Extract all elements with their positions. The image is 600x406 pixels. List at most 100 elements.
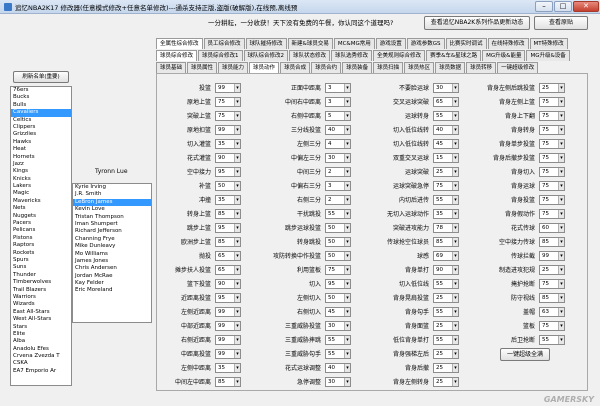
attribute-dropdown[interactable]: 50 ▾	[215, 180, 241, 191]
tab-tabs_row3-5[interactable]: 球员合约	[311, 62, 342, 73]
team-list-item[interactable]: 76ers	[11, 87, 71, 94]
tab-tabs_row1-1[interactable]: 员工综合修改	[203, 38, 245, 49]
player-list-item[interactable]: Channing Frye	[73, 236, 151, 243]
team-list-item[interactable]: Knicks	[11, 176, 71, 183]
attribute-dropdown[interactable]: 90 ▾	[215, 278, 241, 289]
attribute-dropdown[interactable]: 95 ▾	[215, 166, 241, 177]
team-list-item[interactable]: Trail Blazers	[11, 287, 71, 294]
team-list-item[interactable]: Mavericks	[11, 198, 71, 205]
attribute-dropdown[interactable]: 25 ▾	[433, 376, 459, 387]
attribute-dropdown[interactable]: 75 ▾	[539, 320, 565, 331]
attribute-dropdown[interactable]: 25 ▾	[539, 82, 565, 93]
team-list-item[interactable]: Heat	[11, 146, 71, 153]
attribute-dropdown[interactable]: 85 ▾	[433, 236, 459, 247]
attribute-dropdown[interactable]: 25 ▾	[433, 166, 459, 177]
attribute-dropdown[interactable]: 95 ▾	[325, 278, 351, 289]
tab-tabs_row3-6[interactable]: 球员装备	[342, 62, 373, 73]
attribute-dropdown[interactable]: 99 ▾	[215, 320, 241, 331]
attribute-dropdown[interactable]: 95 ▾	[215, 292, 241, 303]
tab-tabs_row1-2[interactable]: 球队摧持修改	[245, 38, 287, 49]
player-list-item[interactable]: Kyrie Irving	[73, 184, 151, 191]
attribute-dropdown[interactable]: 75 ▾	[539, 180, 565, 191]
tab-tabs_row3-2[interactable]: 球员能力	[218, 62, 249, 73]
team-list-item[interactable]: Stars	[11, 324, 71, 331]
team-list-item[interactable]: Bulls	[11, 102, 71, 109]
attribute-dropdown[interactable]: 65 ▾	[433, 96, 459, 107]
tab-tabs_row2-5[interactable]: 全美规则综合修改	[373, 50, 426, 61]
tab-tabs_row3-7[interactable]: 球员扫描	[373, 62, 404, 73]
attribute-dropdown[interactable]: 3 ▾	[325, 82, 351, 93]
attribute-dropdown[interactable]: 55 ▾	[433, 306, 459, 317]
tab-tabs_row3-0[interactable]: 球员基础	[156, 62, 187, 73]
attribute-dropdown[interactable]: 30 ▾	[325, 320, 351, 331]
tab-tabs_row1-3[interactable]: 新建&球员交易	[287, 38, 333, 49]
attribute-dropdown[interactable]: 2 ▾	[325, 166, 351, 177]
team-list-item[interactable]: Nets	[11, 205, 71, 212]
team-list-item[interactable]: Celtics	[11, 117, 71, 124]
team-list-item[interactable]: Clippers	[11, 124, 71, 131]
team-list-item[interactable]: Hornets	[11, 154, 71, 161]
attribute-dropdown[interactable]: 50 ▾	[325, 292, 351, 303]
attribute-dropdown[interactable]: 85 ▾	[539, 292, 565, 303]
team-list-item[interactable]: Crvena Zvezda T	[11, 353, 71, 360]
attribute-dropdown[interactable]: 85 ▾	[539, 236, 565, 247]
team-list-item[interactable]: Magic	[11, 190, 71, 197]
team-list-item[interactable]: Pelicans	[11, 227, 71, 234]
team-list-item[interactable]: Spurs	[11, 257, 71, 264]
player-list-item[interactable]: J.R. Smith	[73, 191, 151, 198]
tab-tabs_row3-4[interactable]: 球员合成	[280, 62, 311, 73]
team-list-item[interactable]: EA7 Emporio Ar	[11, 368, 71, 375]
attribute-dropdown[interactable]: 75 ▾	[433, 180, 459, 191]
player-list-item[interactable]: Iman Shumpert	[73, 221, 151, 228]
attribute-dropdown[interactable]: 55 ▾	[433, 278, 459, 289]
attribute-dropdown[interactable]: 55 ▾	[325, 348, 351, 359]
team-list-item[interactable]: Thunder	[11, 272, 71, 279]
player-list-item[interactable]: Chris Andersen	[73, 265, 151, 272]
attribute-dropdown[interactable]: 99 ▾	[215, 82, 241, 93]
attribute-dropdown[interactable]: 55 ▾	[433, 110, 459, 121]
attribute-dropdown[interactable]: 75 ▾	[215, 110, 241, 121]
attribute-dropdown[interactable]: 25 ▾	[433, 348, 459, 359]
attribute-dropdown[interactable]: 35 ▾	[215, 194, 241, 205]
close-button[interactable]: ✕	[573, 1, 599, 12]
max-all-button[interactable]: 一键超级全满	[500, 348, 550, 361]
tab-tabs_row2-8[interactable]: MG升级&设备	[526, 50, 570, 61]
attribute-dropdown[interactable]: 30 ▾	[325, 376, 351, 387]
attribute-dropdown[interactable]: 85 ▾	[215, 376, 241, 387]
minimize-button[interactable]: –	[535, 1, 553, 12]
player-list-item[interactable]: Eric Moreland	[73, 287, 151, 294]
attribute-dropdown[interactable]: 99 ▾	[539, 250, 565, 261]
attribute-dropdown[interactable]: 95 ▾	[215, 222, 241, 233]
tab-tabs_row1-9[interactable]: MT特殊修改	[529, 38, 568, 49]
team-list-item[interactable]: Alba	[11, 338, 71, 345]
tab-tabs_row1-6[interactable]: 游戏参数GS	[406, 38, 445, 49]
tab-tabs_row1-8[interactable]: 在线特殊修改	[487, 38, 529, 49]
team-list-item[interactable]: Suns	[11, 264, 71, 271]
team-list-item[interactable]: CSKA	[11, 360, 71, 367]
player-list-item[interactable]: Richard Jefferson	[73, 228, 151, 235]
attribute-dropdown[interactable]: 3 ▾	[325, 180, 351, 191]
attribute-dropdown[interactable]: 40 ▾	[433, 124, 459, 135]
attribute-dropdown[interactable]: 65 ▾	[215, 250, 241, 261]
attribute-dropdown[interactable]: 75 ▾	[539, 166, 565, 177]
attribute-dropdown[interactable]: 55 ▾	[325, 334, 351, 345]
team-list-item[interactable]: Hawks	[11, 139, 71, 146]
attribute-dropdown[interactable]: 99 ▾	[215, 334, 241, 345]
maximize-button[interactable]: □	[554, 1, 572, 12]
attribute-dropdown[interactable]: 55 ▾	[539, 334, 565, 345]
update-news-button[interactable]: 查看追忆NBA2K系列作品更新动态	[424, 16, 530, 30]
tab-tabs_row2-1[interactable]: 球员综合修改1	[198, 50, 243, 61]
attribute-dropdown[interactable]: 25 ▾	[433, 320, 459, 331]
attribute-dropdown[interactable]: 40 ▾	[325, 124, 351, 135]
attribute-dropdown[interactable]: 40 ▾	[325, 362, 351, 373]
attribute-dropdown[interactable]: 30 ▾	[325, 152, 351, 163]
tab-tabs_row3-10[interactable]: 球员转移	[466, 62, 497, 73]
team-list-item[interactable]: Nuggets	[11, 213, 71, 220]
attribute-dropdown[interactable]: 45 ▾	[433, 138, 459, 149]
team-list-item[interactable]: West All-Stars	[11, 316, 71, 323]
tab-tabs_row3-8[interactable]: 球员热区	[404, 62, 435, 73]
team-list-item[interactable]: Elite	[11, 331, 71, 338]
attribute-dropdown[interactable]: 90 ▾	[433, 264, 459, 275]
attribute-dropdown[interactable]: 2 ▾	[325, 194, 351, 205]
team-list-item[interactable]: Kings	[11, 168, 71, 175]
